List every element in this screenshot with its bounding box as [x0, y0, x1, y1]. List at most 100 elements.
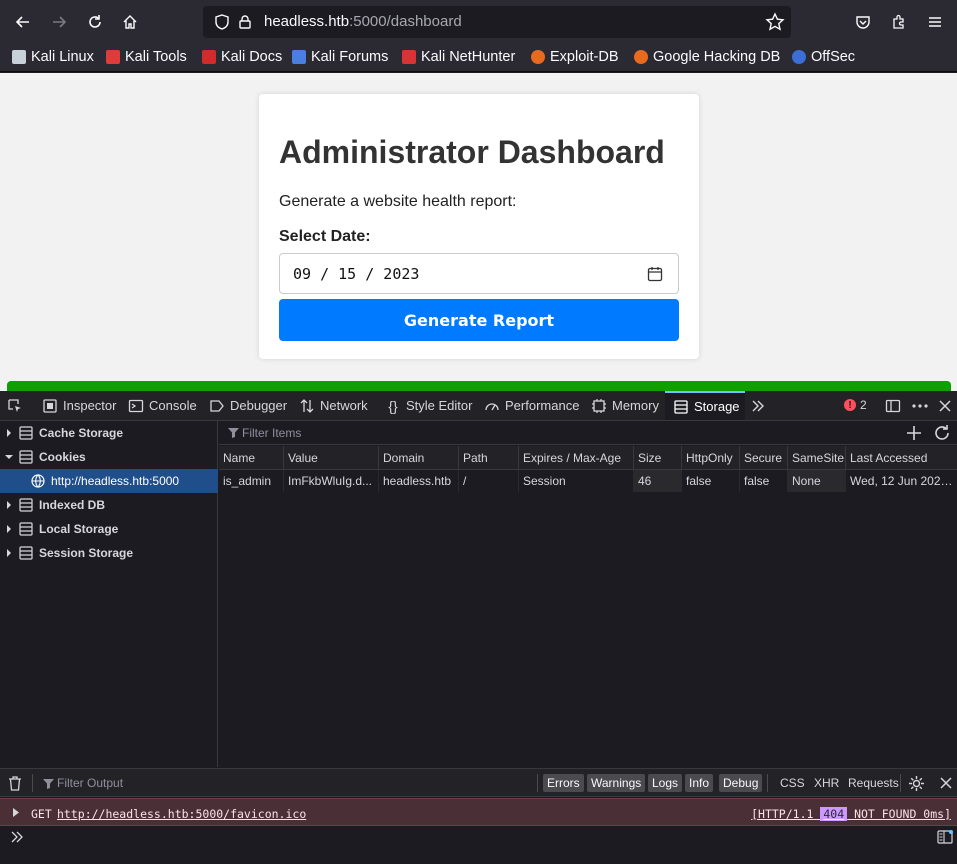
bookmark-google-hacking-db[interactable]: Google Hacking DB: [634, 49, 780, 65]
date-value: 09 / 15 / 2023: [293, 265, 420, 283]
tab-label: Style Editor: [406, 398, 473, 413]
cell-value[interactable]: ImFkbWluIg.d...: [284, 470, 379, 492]
bookmark-offsec[interactable]: OffSec: [792, 49, 855, 65]
cell-size[interactable]: 46: [634, 470, 682, 492]
filter-errors-button[interactable]: Errors: [543, 774, 584, 792]
bookmark-label: Kali Tools: [125, 49, 187, 65]
filter-requests-button[interactable]: Requests: [848, 776, 899, 790]
tab-performance[interactable]: Performance: [484, 391, 579, 420]
cell-httponly[interactable]: false: [682, 470, 740, 492]
request-url-link[interactable]: http://headless.htb:5000/favicon.ico: [57, 807, 306, 821]
split-console-icon[interactable]: [937, 830, 953, 844]
calendar-icon[interactable]: [647, 266, 663, 282]
gear-icon[interactable]: [908, 775, 925, 792]
filter-warnings-button[interactable]: Warnings: [587, 774, 646, 792]
bookmark-label: Kali Docs: [221, 49, 283, 65]
tab-memory[interactable]: Memory: [591, 391, 659, 420]
error-count-badge[interactable]: ! 2: [844, 398, 867, 412]
request-method: GET: [31, 807, 52, 821]
tab-storage[interactable]: Storage: [665, 391, 745, 420]
dock-button[interactable]: [885, 391, 901, 420]
tab-label: Inspector: [63, 398, 117, 413]
col-samesite[interactable]: SameSite: [788, 446, 846, 470]
cell-name[interactable]: is_admin: [219, 470, 284, 492]
col-value[interactable]: Value: [284, 446, 379, 470]
tab-label: Storage: [694, 399, 740, 414]
bookmark-kali-nethunter[interactable]: Kali NetHunter: [402, 49, 515, 65]
date-input[interactable]: 09 / 15 / 2023: [279, 253, 679, 294]
more-tabs-button[interactable]: [750, 391, 766, 420]
col-path[interactable]: Path: [459, 446, 519, 470]
bookmarks-bar: Kali Linux Kali Tools Kali Docs Kali For…: [0, 44, 957, 72]
address-bar[interactable]: headless.htb:5000/dashboard: [203, 6, 791, 38]
tree-indexed-db[interactable]: Indexed DB: [0, 493, 218, 517]
filter-info-button[interactable]: Info: [685, 774, 714, 792]
lock-icon[interactable]: [237, 14, 253, 30]
tab-style-editor[interactable]: {} Style Editor: [385, 391, 472, 420]
tree-cookies[interactable]: Cookies: [0, 445, 218, 469]
filter-debug-button[interactable]: Debug: [719, 774, 763, 792]
forward-button[interactable]: [45, 8, 73, 36]
tab-debugger[interactable]: Debugger: [209, 391, 287, 420]
devtools-options-button[interactable]: [911, 391, 929, 420]
col-last-accessed[interactable]: Last Accessed: [846, 446, 957, 470]
element-picker-button[interactable]: [0, 391, 30, 420]
cell-expires[interactable]: Session: [519, 470, 634, 492]
close-devtools-button[interactable]: [938, 391, 952, 420]
tree-local-storage[interactable]: Local Storage: [0, 517, 218, 541]
col-domain[interactable]: Domain: [379, 446, 459, 470]
plus-icon[interactable]: [905, 424, 923, 442]
col-secure[interactable]: Secure: [740, 446, 788, 470]
star-icon[interactable]: [765, 12, 785, 32]
bookmark-kali-forums[interactable]: Kali Forums: [292, 49, 388, 65]
bookmark-kali-linux[interactable]: Kali Linux: [12, 49, 94, 65]
home-button[interactable]: [116, 8, 144, 36]
url-text[interactable]: headless.htb:5000/dashboard: [264, 13, 462, 30]
cell-last-accessed[interactable]: Wed, 12 Jun 2024 2...: [846, 470, 957, 492]
url-host: headless.htb: [264, 13, 350, 30]
tab-inspector[interactable]: Inspector: [40, 391, 118, 420]
bookmark-kali-tools[interactable]: Kali Tools: [106, 49, 187, 65]
pocket-button[interactable]: [849, 8, 877, 36]
devtools-tabbar: Inspector Console Debugger Network {} St…: [0, 391, 957, 421]
col-expires[interactable]: Expires / Max-Age: [519, 446, 634, 470]
console-error-message[interactable]: GET http://headless.htb:5000/favicon.ico…: [0, 798, 957, 826]
back-button[interactable]: [9, 8, 37, 36]
col-name[interactable]: Name: [219, 446, 284, 470]
col-httponly[interactable]: HttpOnly: [682, 446, 740, 470]
cell-domain[interactable]: headless.htb: [379, 470, 459, 492]
tree-cookie-host[interactable]: http://headless.htb:5000: [0, 469, 218, 493]
close-icon[interactable]: [939, 776, 953, 790]
generate-report-button[interactable]: Generate Report: [279, 299, 679, 341]
bookmark-kali-docs[interactable]: Kali Docs: [202, 49, 282, 65]
cell-path[interactable]: /: [459, 470, 519, 492]
filter-output-input[interactable]: Filter Output: [57, 776, 123, 790]
filter-xhr-button[interactable]: XHR: [814, 776, 839, 790]
date-label: Select Date:: [279, 228, 371, 245]
filter-items-input[interactable]: Filter Items: [242, 426, 301, 440]
divider: [767, 774, 768, 792]
shield-icon[interactable]: [213, 13, 231, 31]
tree-label: Indexed DB: [39, 498, 106, 512]
tab-network[interactable]: Network: [299, 391, 368, 420]
bookmark-exploit-db[interactable]: Exploit-DB: [531, 49, 619, 65]
chevron-right-icon[interactable]: [12, 808, 20, 817]
cell-secure[interactable]: false: [740, 470, 788, 492]
filter-logs-button[interactable]: Logs: [648, 774, 683, 792]
cell-samesite[interactable]: None: [788, 470, 846, 492]
reload-button[interactable]: [81, 8, 109, 36]
table-row[interactable]: is_admin ImFkbWluIg.d... headless.htb / …: [219, 470, 957, 492]
col-size[interactable]: Size: [634, 446, 682, 470]
filter-css-button[interactable]: CSS: [780, 776, 805, 790]
extensions-button[interactable]: [885, 8, 913, 36]
kali-docs-icon: [202, 50, 216, 64]
console-input[interactable]: [0, 827, 957, 864]
globe-icon: [31, 474, 45, 488]
request-status[interactable]: [HTTP/1.1 404 NOT FOUND 0ms]: [751, 807, 951, 821]
refresh-icon[interactable]: [933, 424, 951, 442]
menu-button[interactable]: [921, 8, 949, 36]
tree-session-storage[interactable]: Session Storage: [0, 541, 218, 565]
trash-icon[interactable]: [8, 776, 22, 791]
tab-console[interactable]: Console: [128, 391, 197, 420]
tree-cache-storage[interactable]: Cache Storage: [0, 421, 218, 445]
